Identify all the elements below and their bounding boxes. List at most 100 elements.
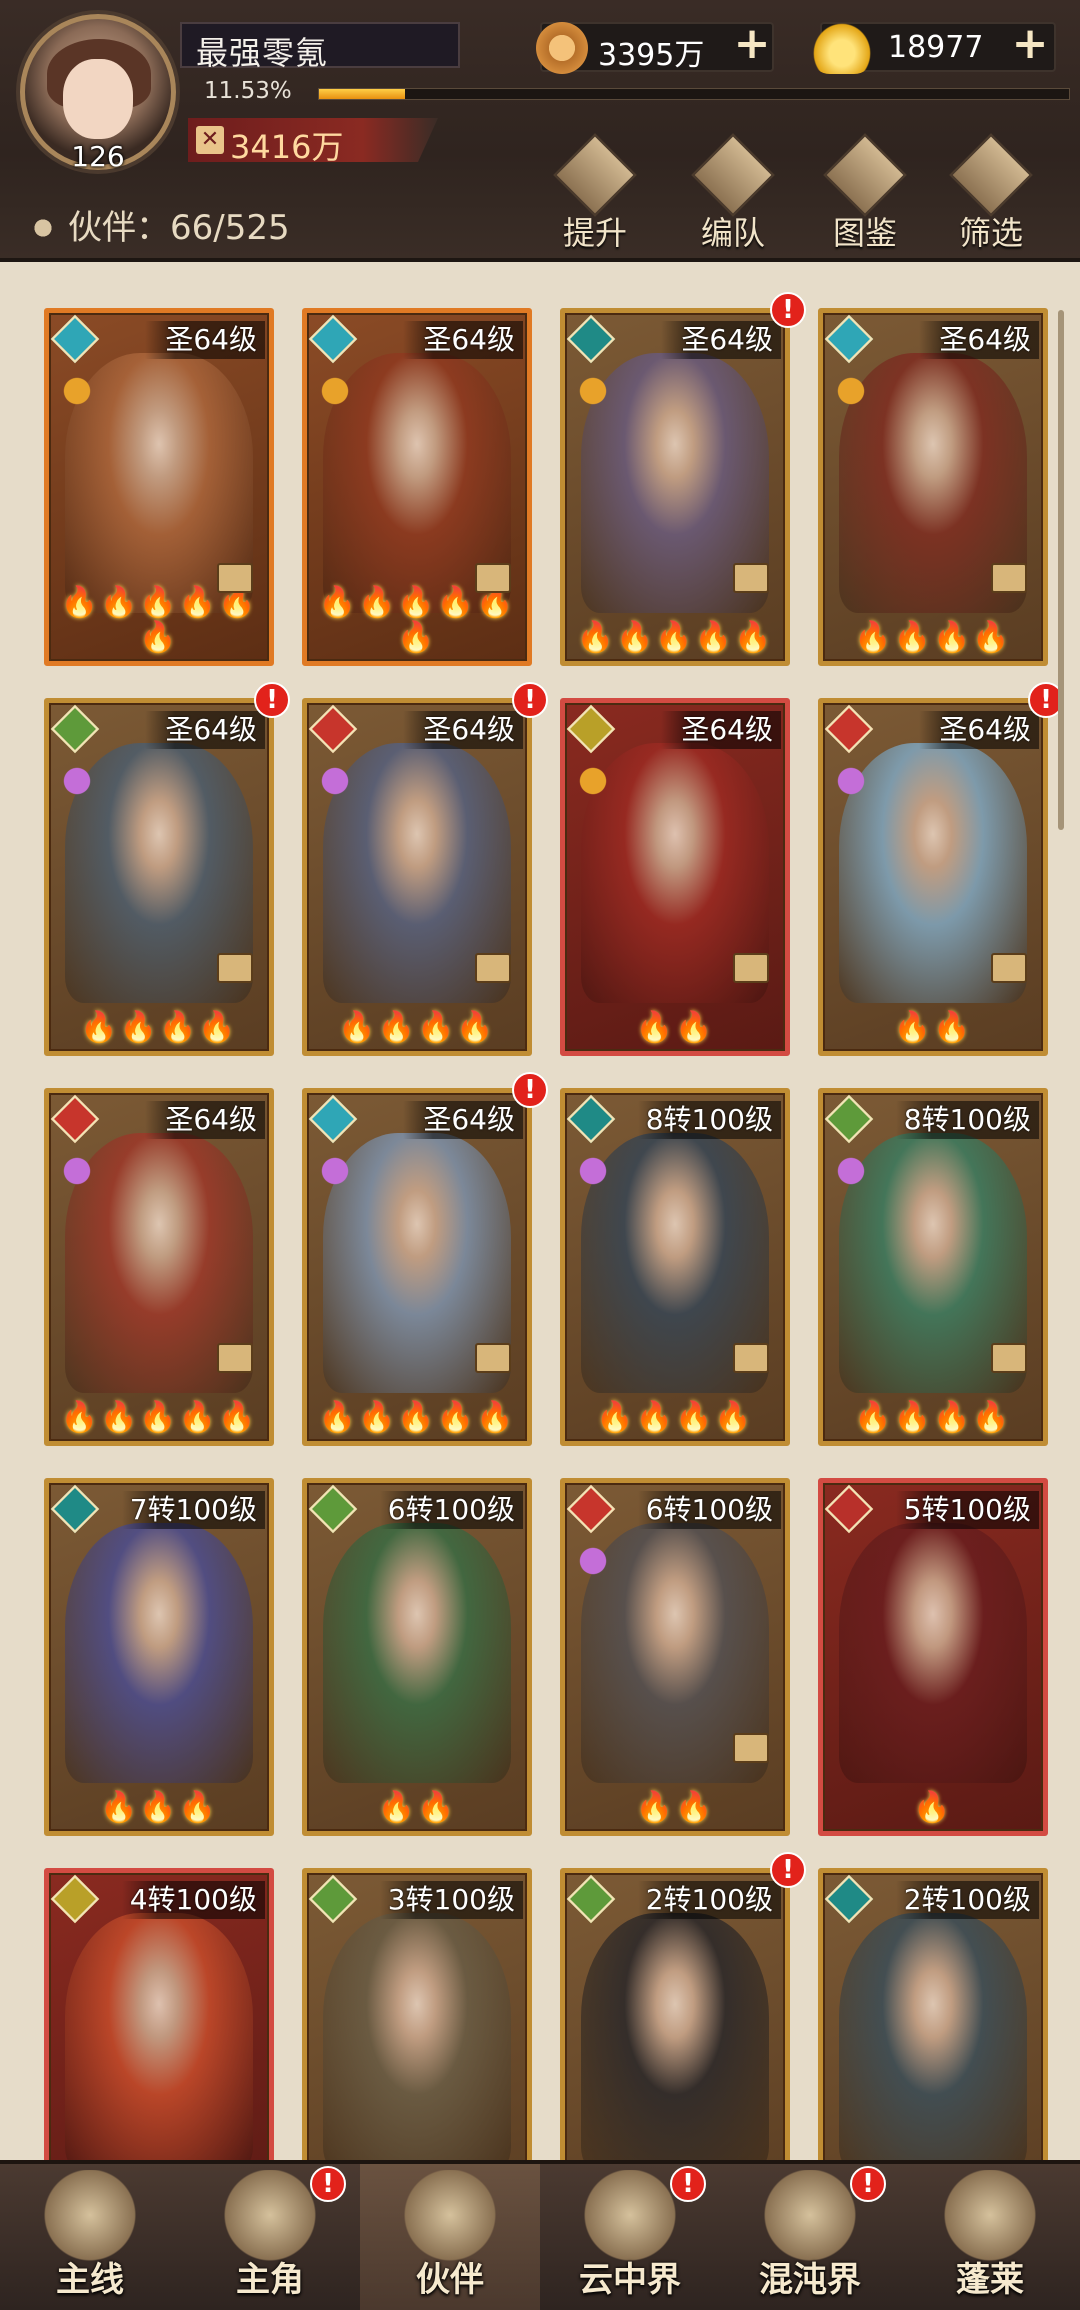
rank-icon [57, 761, 97, 801]
element-icon [50, 704, 100, 754]
partner-portrait [581, 1913, 769, 2173]
partner-card[interactable]: 圣64级 🔥🔥🔥🔥 [302, 698, 532, 1056]
partner-card[interactable]: 圣64级 🔥🔥🔥🔥🔥 [44, 1088, 274, 1446]
nav-item-crossed-swords[interactable]: 主线 [0, 2164, 180, 2310]
star-flames: 🔥🔥🔥🔥🔥 [318, 1400, 516, 1435]
element-icon [308, 1874, 358, 1924]
nav-label: 主线 [56, 2260, 124, 2300]
element-icon [50, 1484, 100, 1534]
nav-item-partner-crown[interactable]: 伙伴 [360, 2164, 540, 2310]
partner-level: 圣64级 [145, 1101, 265, 1139]
star-flames: 🔥🔥 [377, 1790, 457, 1825]
element-icon [566, 314, 616, 364]
equipment-chest-icon [475, 953, 511, 983]
star-flames: 🔥🔥🔥🔥 [854, 620, 1012, 655]
combat-power-icon: ✕ [196, 126, 224, 154]
rank-icon [573, 1151, 613, 1191]
upgrade-button[interactable]: 提升 [540, 133, 650, 258]
combat-power-value: 3416万 [230, 128, 344, 166]
star-flames: 🔥 [913, 1790, 953, 1825]
partner-card[interactable]: 圣64级 🔥🔥🔥🔥 [44, 698, 274, 1056]
partner-count-icon [28, 213, 58, 243]
element-icon [566, 704, 616, 754]
partner-card[interactable]: 8转100级 🔥🔥🔥🔥 [818, 1088, 1048, 1446]
top-header: 126 最强零氪 11.53% ✕ 3416万 3395万 + 18977 + … [0, 0, 1080, 262]
partner-card[interactable]: 6转100级 🔥🔥 [302, 1478, 532, 1836]
element-icon [824, 314, 874, 364]
rank-icon [315, 371, 355, 411]
nav-item-cloud-pavilion[interactable]: 云中界! [540, 2164, 720, 2310]
gold-amount: 18977 [888, 30, 984, 65]
equipment-chest-icon [733, 563, 769, 593]
star-flames: 🔥🔥🔥🔥 [854, 1400, 1012, 1435]
element-icon [824, 1484, 874, 1534]
formation-flag-icon [691, 133, 775, 217]
nav-label: 混沌界 [759, 2260, 861, 2300]
element-icon [566, 1874, 616, 1924]
element-icon [308, 1094, 358, 1144]
element-icon [824, 1874, 874, 1924]
partner-level: 8转100级 [895, 1101, 1039, 1139]
equipment-chest-icon [217, 563, 253, 593]
partner-card[interactable]: 圣64级 🔥🔥🔥🔥🔥 [560, 308, 790, 666]
star-flames: 🔥🔥🔥🔥🔥🔥 [60, 585, 258, 655]
partner-card[interactable]: 圣64级 🔥🔥🔥🔥 [818, 308, 1048, 666]
partner-card[interactable]: 圣64级 🔥🔥🔥🔥🔥 [302, 1088, 532, 1446]
partner-card[interactable]: 圣64级 🔥🔥🔥🔥🔥🔥 [302, 308, 532, 666]
upgrade-icon [553, 133, 637, 217]
element-icon [824, 1094, 874, 1144]
partner-level: 2转100级 [637, 1881, 781, 1919]
alert-badge: ! [850, 2166, 886, 2202]
nav-item-chaos-tower[interactable]: 混沌界! [720, 2164, 900, 2310]
codex-button[interactable]: 图鉴 [810, 133, 920, 258]
copper-coin-icon [536, 22, 588, 74]
rank-icon [831, 1151, 871, 1191]
partner-level: 圣64级 [919, 711, 1039, 749]
rank-icon [573, 371, 613, 411]
partner-level: 2转100级 [895, 1881, 1039, 1919]
partner-card[interactable]: 5转100级 🔥 [818, 1478, 1048, 1836]
player-name-bar: 最强零氪 [180, 22, 460, 72]
partner-level: 圣64级 [403, 321, 523, 359]
star-flames: 🔥🔥 [635, 1790, 715, 1825]
equipment-chest-icon [991, 1343, 1027, 1373]
element-icon [566, 1094, 616, 1144]
star-flames: 🔥🔥🔥🔥🔥🔥 [318, 585, 516, 655]
add-gold-button[interactable]: + [1004, 22, 1056, 70]
partner-grid[interactable]: 圣64级 🔥🔥🔥🔥🔥🔥 圣64级 🔥🔥🔥🔥🔥🔥 圣64级 🔥🔥🔥🔥🔥! 圣64级 🔥🔥🔥🔥 圣6… [0, 262, 1080, 2226]
rank-icon [315, 1151, 355, 1191]
partner-count-text: 伙伴：66/525 [68, 208, 290, 248]
bottom-nav: 主线 主角! 伙伴 云中界! 混沌界! 蓬莱 [0, 2160, 1080, 2310]
equipment-chest-icon [733, 1343, 769, 1373]
nav-label: 云中界 [579, 2260, 681, 2300]
element-icon [50, 314, 100, 364]
partner-level: 3转100级 [379, 1881, 523, 1919]
element-icon [308, 704, 358, 754]
partner-card[interactable]: 圣64级 🔥🔥 [818, 698, 1048, 1056]
partner-card[interactable]: 圣64级 🔥🔥🔥🔥🔥🔥 [44, 308, 274, 666]
partner-level: 6转100级 [637, 1491, 781, 1529]
formation-button[interactable]: 编队 [678, 133, 788, 258]
rank-icon [573, 761, 613, 801]
partner-level: 圣64级 [403, 1101, 523, 1139]
grid-scrollbar[interactable] [1058, 310, 1064, 830]
alert-badge: ! [512, 682, 548, 718]
partner-portrait [323, 1913, 511, 2173]
alert-badge: ! [770, 1852, 806, 1888]
filter-button[interactable]: 筛选 [936, 133, 1046, 258]
partner-level: 圣64级 [145, 321, 265, 359]
nav-item-hero-helmet[interactable]: 主角! [180, 2164, 360, 2310]
partner-card[interactable]: 圣64级 🔥🔥 [560, 698, 790, 1056]
star-flames: 🔥🔥🔥🔥 [596, 1400, 754, 1435]
element-icon [50, 1094, 100, 1144]
partner-portrait [839, 1913, 1027, 2173]
partner-card[interactable]: 6转100级 🔥🔥 [560, 1478, 790, 1836]
element-icon [308, 314, 358, 364]
alert-badge: ! [770, 292, 806, 328]
nav-item-penglai-sage[interactable]: 蓬莱 [900, 2164, 1080, 2310]
alert-badge: ! [670, 2166, 706, 2202]
star-flames: 🔥🔥🔥🔥🔥 [60, 1400, 258, 1435]
partner-card[interactable]: 7转100级 🔥🔥🔥 [44, 1478, 274, 1836]
partner-card[interactable]: 8转100级 🔥🔥🔥🔥 [560, 1088, 790, 1446]
add-copper-button[interactable]: + [726, 22, 778, 70]
